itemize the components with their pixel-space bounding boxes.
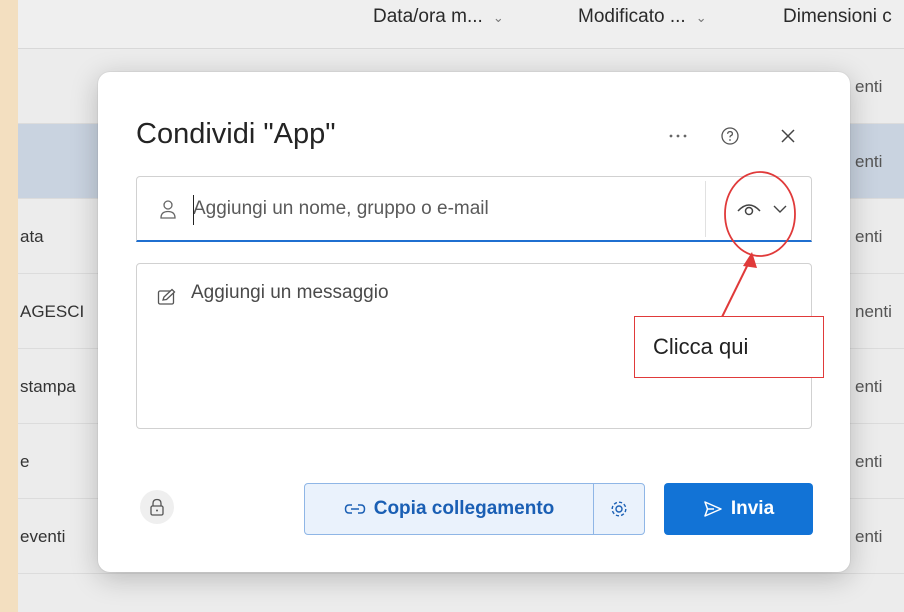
file-row-sharing: enti [855,77,883,96]
chevron-down-icon: ⌄ [695,10,707,25]
file-row-name: ata [20,227,44,246]
annotation-callout: Clicca qui [634,316,824,378]
file-row-sharing: enti [855,452,883,471]
file-row-name: e [20,452,30,471]
text-caret [193,195,194,225]
file-row-sharing: enti [855,227,883,246]
file-row-sharing: enti [855,152,883,171]
link-settings-button[interactable] [593,483,645,535]
more-icon[interactable] [664,122,692,150]
column-header-date[interactable]: Data/ora m... ⌄ [373,6,504,28]
gear-icon [611,501,627,517]
help-icon[interactable] [716,122,744,150]
send-label: Invia [730,498,775,519]
file-list-header: Data/ora m... ⌄ Modificato ... ⌄ Dimension… [18,0,904,49]
send-button[interactable]: Invia [664,483,813,535]
file-row-sharing: nenti [855,302,892,321]
file-row-name: AGESCI [20,302,85,321]
copy-link-button[interactable]: Copia collegamento [304,483,594,535]
eye-icon [737,204,761,216]
column-header-size[interactable]: Dimensioni c [783,6,892,28]
person-icon [160,200,176,219]
send-icon [704,501,722,517]
column-header-modified[interactable]: Modificato ... ⌄ [578,6,707,28]
permission-dropdown[interactable] [717,187,807,231]
file-row-name: stampa [20,377,76,396]
copy-link-label: Copia collegamento [373,498,555,519]
chevron-down-icon: ⌄ [492,10,504,25]
chevron-down-icon [773,205,787,213]
dialog-title: Condividi "App" [136,118,336,150]
file-row-name: eventi [20,527,66,546]
recipient-input[interactable] [193,191,693,227]
recipient-field[interactable] [136,176,812,242]
lock-icon[interactable] [140,490,174,524]
file-row-sharing: enti [855,377,883,396]
close-icon[interactable] [774,122,802,150]
edit-message-icon [157,288,176,305]
link-icon [344,504,365,514]
divider [705,181,706,237]
file-row-sharing: enti [855,527,883,546]
annotation-text: Clicca qui [653,334,749,359]
